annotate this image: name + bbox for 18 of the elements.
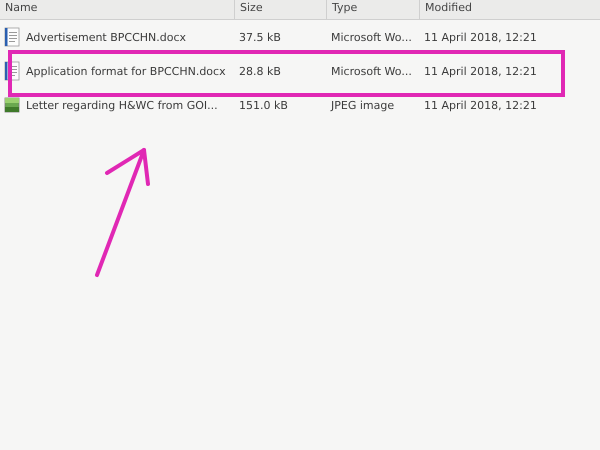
file-name[interactable]: Letter regarding H&WC from GOI... [26, 98, 218, 112]
table-cell: 151.0 kB [239, 98, 288, 112]
file-name[interactable]: Advertisement BPCCHN.docx [26, 30, 186, 44]
table-cell: JPEG image [331, 98, 394, 112]
table-cell: 37.5 kB [239, 30, 281, 44]
table-cell: 11 April 2018, 12:21 [424, 30, 537, 44]
table-cell: 28.8 kB [239, 64, 281, 78]
table-cell: 11 April 2018, 12:21 [424, 98, 537, 112]
document-icon [4, 27, 20, 47]
table-cell: 11 April 2018, 12:21 [424, 64, 537, 78]
image-file-icon [4, 95, 20, 115]
column-header[interactable]: Modified [420, 0, 600, 19]
column-header[interactable]: Size [235, 0, 327, 19]
column-header[interactable]: Name [0, 0, 235, 19]
table-cell: Microsoft Wo... [331, 64, 412, 78]
file-name[interactable]: Application format for BPCCHN.docx [26, 64, 226, 78]
table-cell: Microsoft Wo... [331, 30, 412, 44]
column-header[interactable]: Type [327, 0, 420, 19]
